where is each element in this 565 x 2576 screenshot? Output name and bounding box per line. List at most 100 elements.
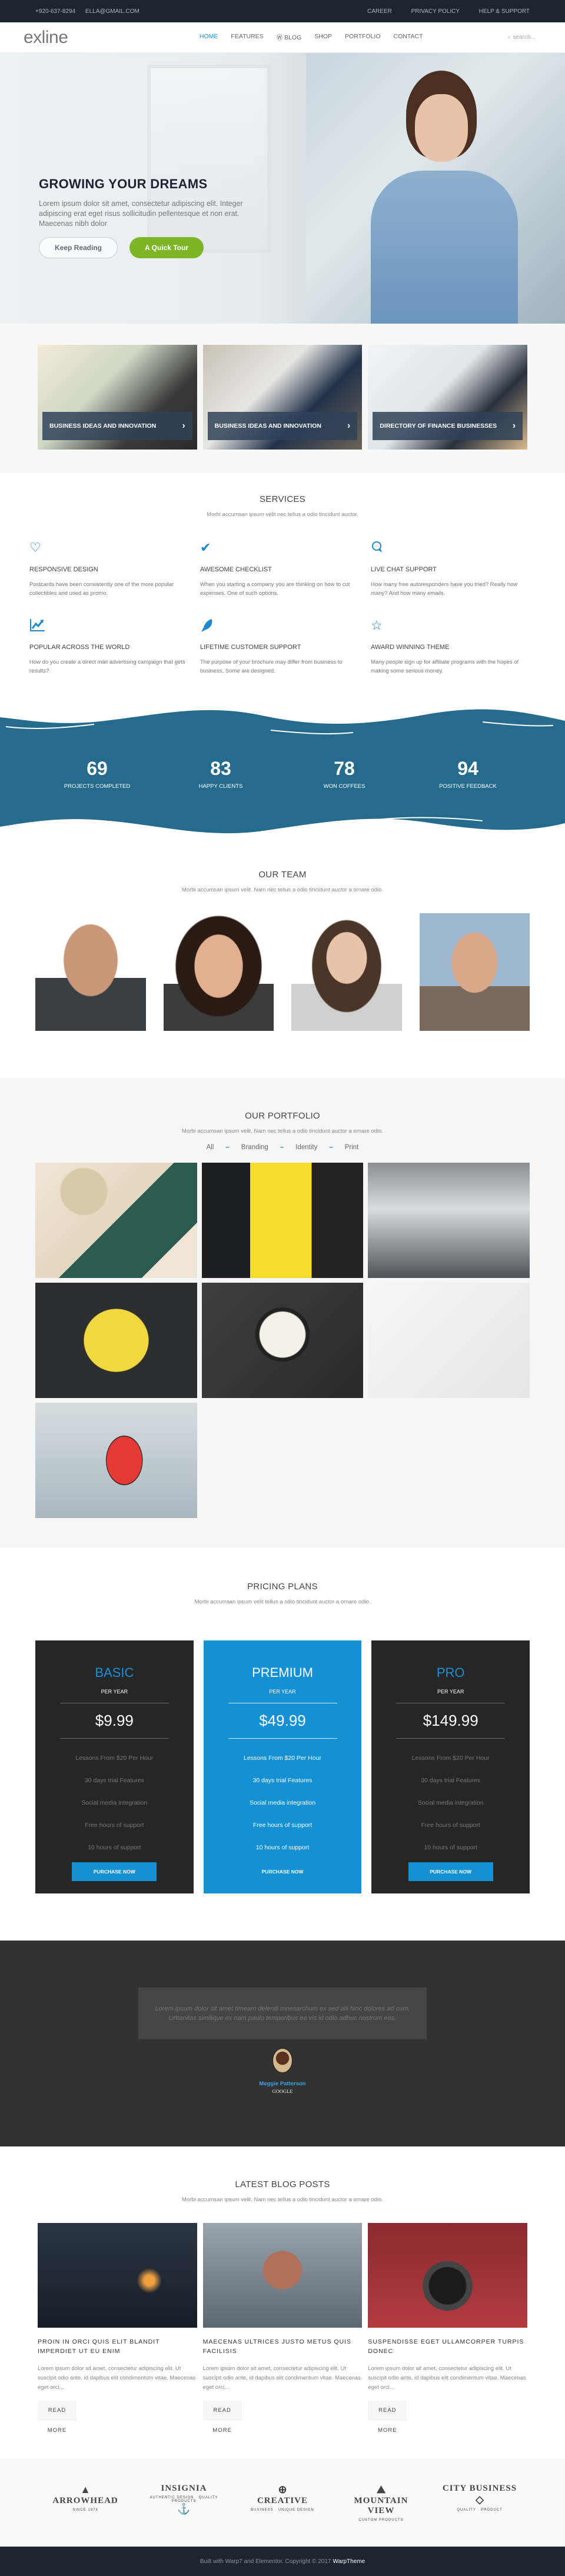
- portfolio-filters: All – Branding – Identity – Print: [0, 1144, 565, 1151]
- feature-card[interactable]: BUSINESS IDEAS AND INNOVATION ›: [202, 345, 363, 450]
- blog-post-image[interactable]: [38, 2223, 197, 2328]
- chevron-right-icon: ›: [182, 421, 185, 431]
- read-more-button[interactable]: READ MORE: [368, 2401, 407, 2434]
- team-member-photo[interactable]: [163, 913, 274, 1031]
- nav-features[interactable]: FEATURES: [231, 33, 263, 42]
- service-title: AWESOME CHECKLIST: [200, 566, 272, 573]
- hero-person-image: [365, 71, 518, 324]
- read-more-button[interactable]: READ MORE: [38, 2401, 77, 2434]
- services-title: SERVICES: [260, 494, 305, 504]
- portfolio-subtitle: Morbi accumsan ipsum velit. Nam nec tell…: [181, 1128, 384, 1134]
- plan-feature: Social media integration: [81, 1799, 148, 1806]
- blog-post: MAECENAS ULTRICES JUSTO METUS QUIS FACIL…: [202, 2223, 363, 2435]
- filter-identity[interactable]: Identity: [295, 1144, 317, 1151]
- counter-value: 83: [210, 758, 231, 779]
- hero-slider: GROWING YOUR DREAMS Lorem ipsum dolor si…: [0, 53, 565, 324]
- blog-post-image[interactable]: [202, 2223, 363, 2328]
- brand-logo-city-business[interactable]: CITY BUSINESS ◇ QUALITY · PRODUCT: [441, 2484, 518, 2522]
- brand-tagline: AUTHENTIC DESIGN · QUALITY PRODUCTS: [149, 2495, 218, 2503]
- team-member-photo[interactable]: [35, 913, 146, 1031]
- brand-name: ARROWHEAD: [52, 2495, 118, 2505]
- brand-tagline: SINCE 1978: [72, 2508, 98, 2512]
- plan-feature: 30 days trial Features: [421, 1777, 481, 1784]
- plan-feature: Lessons From $20 Per Hour: [75, 1755, 154, 1762]
- feature-title: DIRECTORY OF FINANCE BUSINESSES: [380, 422, 497, 430]
- portfolio-item[interactable]: [35, 1163, 197, 1278]
- phone-number[interactable]: +920-637-8294: [35, 8, 75, 15]
- wave-divider-bottom: [0, 817, 565, 841]
- brand-logo-arrowhead[interactable]: ▲ ARROWHEAD SINCE 1978: [47, 2484, 124, 2522]
- portfolio-item[interactable]: [201, 1163, 364, 1278]
- service-text: Many people sign up for affiliate progra…: [371, 659, 519, 674]
- email-address[interactable]: ELLA@GMAIL.COM: [85, 8, 139, 15]
- portfolio-title: OUR PORTFOLIO: [245, 1111, 320, 1121]
- blog-post-excerpt: Lorem ipsum dolor sit amet, consectetur …: [368, 2365, 526, 2391]
- nav-shop[interactable]: SHOP: [314, 33, 332, 42]
- counter-value: 94: [457, 758, 478, 779]
- purchase-button[interactable]: PURCHASE NOW: [72, 1862, 157, 1881]
- topbar-link-help[interactable]: HELP & SUPPORT: [479, 8, 530, 15]
- service-text: How many free autoresponders have you tr…: [371, 581, 518, 597]
- nav-portfolio[interactable]: PORTFOLIO: [345, 33, 380, 42]
- filter-print[interactable]: Print: [345, 1144, 359, 1151]
- mountain-icon: ⛰: [376, 2483, 386, 2495]
- service-item: ☆ AWARD WINNING THEME Many people sign u…: [371, 618, 536, 675]
- pricing-section: PRICING PLANS Morbi accumsan ipsum velit…: [0, 1547, 565, 1941]
- portfolio-item[interactable]: [368, 1283, 530, 1398]
- brand-logo-mountain-view[interactable]: ⛰ MOUNTAIN VIEW CUSTOM PRODUCTS: [343, 2484, 420, 2522]
- blog-title: LATEST BLOG POSTS: [235, 2179, 330, 2189]
- plan-name: PREMIUM: [252, 1665, 313, 1680]
- blog-post-title[interactable]: SUSPENDISSE EGET ULLAMCORPER TURPIS DONE…: [368, 2337, 527, 2356]
- pricing-plan-premium: PREMIUM PER YEAR $49.99 Lessons From $20…: [203, 1640, 362, 1893]
- brand-name: CITY BUSINESS: [442, 2483, 517, 2493]
- blog-post-excerpt: Lorem ipsum dolor sit amet, consectetur …: [202, 2365, 361, 2391]
- portfolio-item[interactable]: [201, 1283, 364, 1398]
- plan-period: PER YEAR: [101, 1689, 128, 1695]
- blog-post-title[interactable]: MAECENAS ULTRICES JUSTO METUS QUIS FACIL…: [203, 2337, 363, 2356]
- pricing-subtitle: Morbi accumsan ipsum velit tellus a odio…: [194, 1599, 371, 1605]
- footer-brand-link[interactable]: WarpTheme: [333, 2558, 365, 2565]
- logo[interactable]: exline: [24, 28, 68, 48]
- topbar-link-privacy[interactable]: PRIVACY POLICY: [411, 8, 460, 15]
- filter-all[interactable]: All: [207, 1144, 214, 1151]
- portfolio-item[interactable]: [35, 1283, 197, 1398]
- service-text: How do you create a direct mail advertis…: [29, 659, 185, 674]
- pricing-title: PRICING PLANS: [247, 1582, 318, 1592]
- keep-reading-button[interactable]: Keep Reading: [39, 237, 118, 258]
- diamond-icon: ◇: [476, 2493, 484, 2505]
- quick-tour-button[interactable]: A Quick Tour: [129, 237, 204, 258]
- portfolio-item[interactable]: [35, 1403, 197, 1518]
- blog-post-title[interactable]: PROIN IN ORCI QUIS ELIT BLANDIT IMPERDIE…: [38, 2337, 197, 2356]
- portfolio-section: OUR PORTFOLIO Morbi accumsan ipsum velit…: [0, 1078, 565, 1547]
- portfolio-item[interactable]: [368, 1163, 530, 1278]
- plan-price: $49.99: [259, 1712, 306, 1729]
- nav-blog[interactable]: Ⓦ BLOG: [277, 33, 302, 42]
- read-more-button[interactable]: READ MORE: [202, 2401, 242, 2434]
- purchase-button[interactable]: PURCHASE NOW: [240, 1862, 325, 1881]
- team-member-photo[interactable]: [291, 913, 402, 1031]
- brand-logo-insignia[interactable]: INSIGNIA AUTHENTIC DESIGN · QUALITY PROD…: [146, 2484, 222, 2522]
- star-icon: ☆: [371, 618, 383, 633]
- blog-post-image[interactable]: [368, 2223, 528, 2328]
- rocket-icon: [200, 618, 365, 634]
- nav-contact[interactable]: CONTACT: [394, 33, 423, 42]
- plan-price: $149.99: [423, 1712, 478, 1729]
- feature-card[interactable]: BUSINESS IDEAS AND INNOVATION ›: [38, 345, 197, 450]
- feature-card[interactable]: DIRECTORY OF FINANCE BUSINESSES ›: [368, 345, 528, 450]
- team-member-photo[interactable]: [419, 913, 530, 1031]
- testimonial-quote: Lorem ipsum dolor sit amet timeam deleni…: [138, 1988, 427, 2039]
- testimonial-section: Lorem ipsum dolor sit amet timeam deleni…: [0, 1941, 565, 2146]
- brand-tagline: BUSINESS · UNIQUE DESIGN: [251, 2508, 314, 2512]
- filter-branding[interactable]: Branding: [241, 1144, 268, 1151]
- counter-label: WON COFFEES: [323, 783, 365, 790]
- heart-icon: ♡: [29, 540, 41, 555]
- purchase-button[interactable]: PURCHASE NOW: [408, 1862, 493, 1881]
- service-text: Postcards have been consistently one of …: [29, 581, 174, 597]
- search-box[interactable]: ⌕ search...: [507, 34, 536, 41]
- nav-home[interactable]: HOME: [200, 33, 218, 42]
- counter-label: PROJECTS COMPLETED: [64, 783, 131, 790]
- brand-logo-creative[interactable]: ⊕ CREATIVE BUSINESS · UNIQUE DESIGN: [244, 2484, 321, 2522]
- topbar-link-career[interactable]: CAREER: [367, 8, 392, 15]
- pricing-plan-pro: PRO PER YEAR $149.99 Lessons From $20 Pe…: [371, 1640, 530, 1893]
- service-item: ♡ RESPONSIVE DESIGN Postcards have been …: [29, 540, 194, 598]
